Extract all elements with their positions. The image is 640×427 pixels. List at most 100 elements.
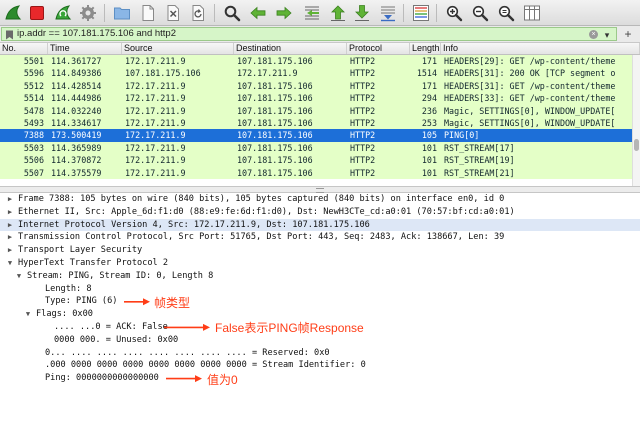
cell-no: 5501 xyxy=(23,56,44,66)
cell-dst: 107.181.175.106 xyxy=(237,117,313,128)
annotation-arrowhead xyxy=(143,298,150,306)
cell-info: Magic, SETTINGS[0], WINDOW_UPDATE[ xyxy=(444,105,616,116)
colorize-button[interactable] xyxy=(411,3,431,23)
cell-time: 114.428514 xyxy=(51,80,102,91)
cell-src: 172.17.211.9 xyxy=(125,56,186,66)
close-file-icon xyxy=(167,5,179,21)
cell-src: 107.181.175.106 xyxy=(125,68,201,79)
cell-len: 294 xyxy=(421,93,437,104)
packet-row-selected[interactable]: 7388 173.500419 172.17.211.9 107.181.175.10… xyxy=(0,129,632,142)
cell-len: 105 xyxy=(421,130,437,141)
shark-fin-button[interactable] xyxy=(3,3,23,23)
add-filter-button[interactable]: + xyxy=(620,27,636,41)
colorize-icon xyxy=(413,5,429,21)
main-toolbar xyxy=(0,0,640,26)
close-file-button[interactable] xyxy=(163,3,183,23)
packet-row[interactable]: 5507 114.375579 172.17.211.9 107.181.175.10… xyxy=(0,166,632,179)
resize-columns-button[interactable] xyxy=(522,3,542,23)
cell-len: 101 xyxy=(421,167,437,178)
packet-row[interactable]: 5503 114.365989 172.17.211.9 107.181.175.10… xyxy=(0,141,632,155)
cell-len: 171 xyxy=(421,56,437,66)
cell-info: RST_STREAM[21] xyxy=(444,167,515,178)
annotation-arrowhead xyxy=(195,375,202,383)
cell-src: 172.17.211.9 xyxy=(125,105,186,116)
display-filter-bar: ip.addr == 107.181.175.106 and http2 × ▾… xyxy=(0,26,640,43)
cell-dst: 107.181.175.106 xyxy=(237,142,313,153)
packet-list: No. Time Source Destination Protocol Length In… xyxy=(0,43,640,186)
column-header-src[interactable]: Source xyxy=(122,43,234,54)
cell-info: RST_STREAM[17] xyxy=(444,142,515,153)
file-button[interactable] xyxy=(138,3,158,23)
arrow-down-icon xyxy=(355,5,369,21)
packet-row[interactable]: 5512 114.428514 172.17.211.9 107.181.175.10… xyxy=(0,79,632,93)
cell-no: 5478 xyxy=(23,105,44,116)
column-header-no[interactable]: No. xyxy=(0,43,48,54)
zoom-reset-button[interactable] xyxy=(496,3,516,23)
search-button[interactable] xyxy=(222,3,242,23)
resize-columns-icon xyxy=(524,5,540,21)
bookmark-icon[interactable] xyxy=(5,30,14,40)
annotation-label: False表示PING帧Response xyxy=(215,321,364,336)
cell-src: 172.17.211.9 xyxy=(125,167,186,178)
cell-len: 171 xyxy=(421,80,437,91)
scrollbar-thumb[interactable] xyxy=(634,139,639,151)
packet-row[interactable]: 5514 114.444986 172.17.211.9 107.181.175.10… xyxy=(0,92,632,105)
arrow-right-icon xyxy=(276,6,292,20)
pane-splitter[interactable] xyxy=(0,186,640,193)
cell-dst: 107.181.175.106 xyxy=(237,167,313,178)
cell-dst: 107.181.175.106 xyxy=(237,155,313,166)
toolbar-separator xyxy=(403,4,404,22)
column-header-len[interactable]: Length xyxy=(410,43,441,54)
gear-button[interactable] xyxy=(78,3,98,23)
arrow-up-icon xyxy=(331,5,345,21)
reload-icon xyxy=(192,5,204,21)
zoom-out-button[interactable] xyxy=(470,3,490,23)
cell-proto: HTTP2 xyxy=(350,105,376,116)
cell-no: 5514 xyxy=(23,93,44,104)
cell-proto: HTTP2 xyxy=(350,167,376,178)
folder-button[interactable] xyxy=(112,3,132,23)
packet-row[interactable]: 5493 114.334617 172.17.211.9 107.181.175.10… xyxy=(0,116,632,130)
restart-fin-icon xyxy=(55,5,72,20)
packet-row[interactable]: 5596 114.849386 107.181.175.106 172.17.211.… xyxy=(0,67,632,80)
zoom-in-button[interactable] xyxy=(444,3,464,23)
stop-square-button[interactable] xyxy=(27,3,47,23)
packet-details-tree: ▶ Frame 7388: 105 bytes on wire (840 bits… xyxy=(0,193,640,427)
packet-list-scrollbar[interactable] xyxy=(632,55,640,186)
cell-time: 114.361727 xyxy=(51,56,102,66)
cell-src: 172.17.211.9 xyxy=(125,93,186,104)
autoscroll-button[interactable] xyxy=(378,3,398,23)
filter-history-dropdown-icon[interactable]: ▾ xyxy=(601,29,613,40)
column-header-dst[interactable]: Destination xyxy=(234,43,347,54)
cell-info: HEADERS[31]: GET /wp-content/theme xyxy=(444,80,616,91)
arrow-up-button[interactable] xyxy=(328,3,348,23)
arrow-right-button[interactable] xyxy=(274,3,294,23)
reload-button[interactable] xyxy=(188,3,208,23)
packet-row[interactable]: 5478 114.032240 172.17.211.9 107.181.175.10… xyxy=(0,104,632,117)
restart-fin-button[interactable] xyxy=(53,3,73,23)
cell-dst: 172.17.211.9 xyxy=(237,68,298,79)
column-header-info[interactable]: Info xyxy=(441,43,640,54)
arrow-left-icon xyxy=(250,6,266,20)
packet-row[interactable]: 5506 114.370872 172.17.211.9 107.181.175.10… xyxy=(0,154,632,167)
autoscroll-icon xyxy=(381,6,395,22)
cell-len: 101 xyxy=(421,155,437,166)
arrow-down-button[interactable] xyxy=(352,3,372,23)
folder-icon xyxy=(114,7,130,20)
clear-filter-icon[interactable]: × xyxy=(589,30,598,39)
cell-time: 114.334617 xyxy=(51,117,102,128)
display-filter-input[interactable]: ip.addr == 107.181.175.106 and http2 × ▾ xyxy=(1,27,617,41)
toolbar-separator xyxy=(104,4,105,22)
go-to-packet-button[interactable] xyxy=(302,3,322,23)
zoom-in-icon xyxy=(446,5,463,22)
toolbar-separator xyxy=(436,4,437,22)
packet-row[interactable]: 5501 114.361727 172.17.211.9 107.181.175.10… xyxy=(0,55,632,68)
column-header-time[interactable]: Time xyxy=(48,43,122,54)
column-header-proto[interactable]: Protocol xyxy=(347,43,410,54)
cell-time: 114.032240 xyxy=(51,105,102,116)
cell-time: 114.365989 xyxy=(51,142,102,153)
cell-proto: HTTP2 xyxy=(350,130,376,141)
zoom-out-icon xyxy=(472,5,489,22)
cell-dst: 107.181.175.106 xyxy=(237,80,313,91)
arrow-left-button[interactable] xyxy=(248,3,268,23)
